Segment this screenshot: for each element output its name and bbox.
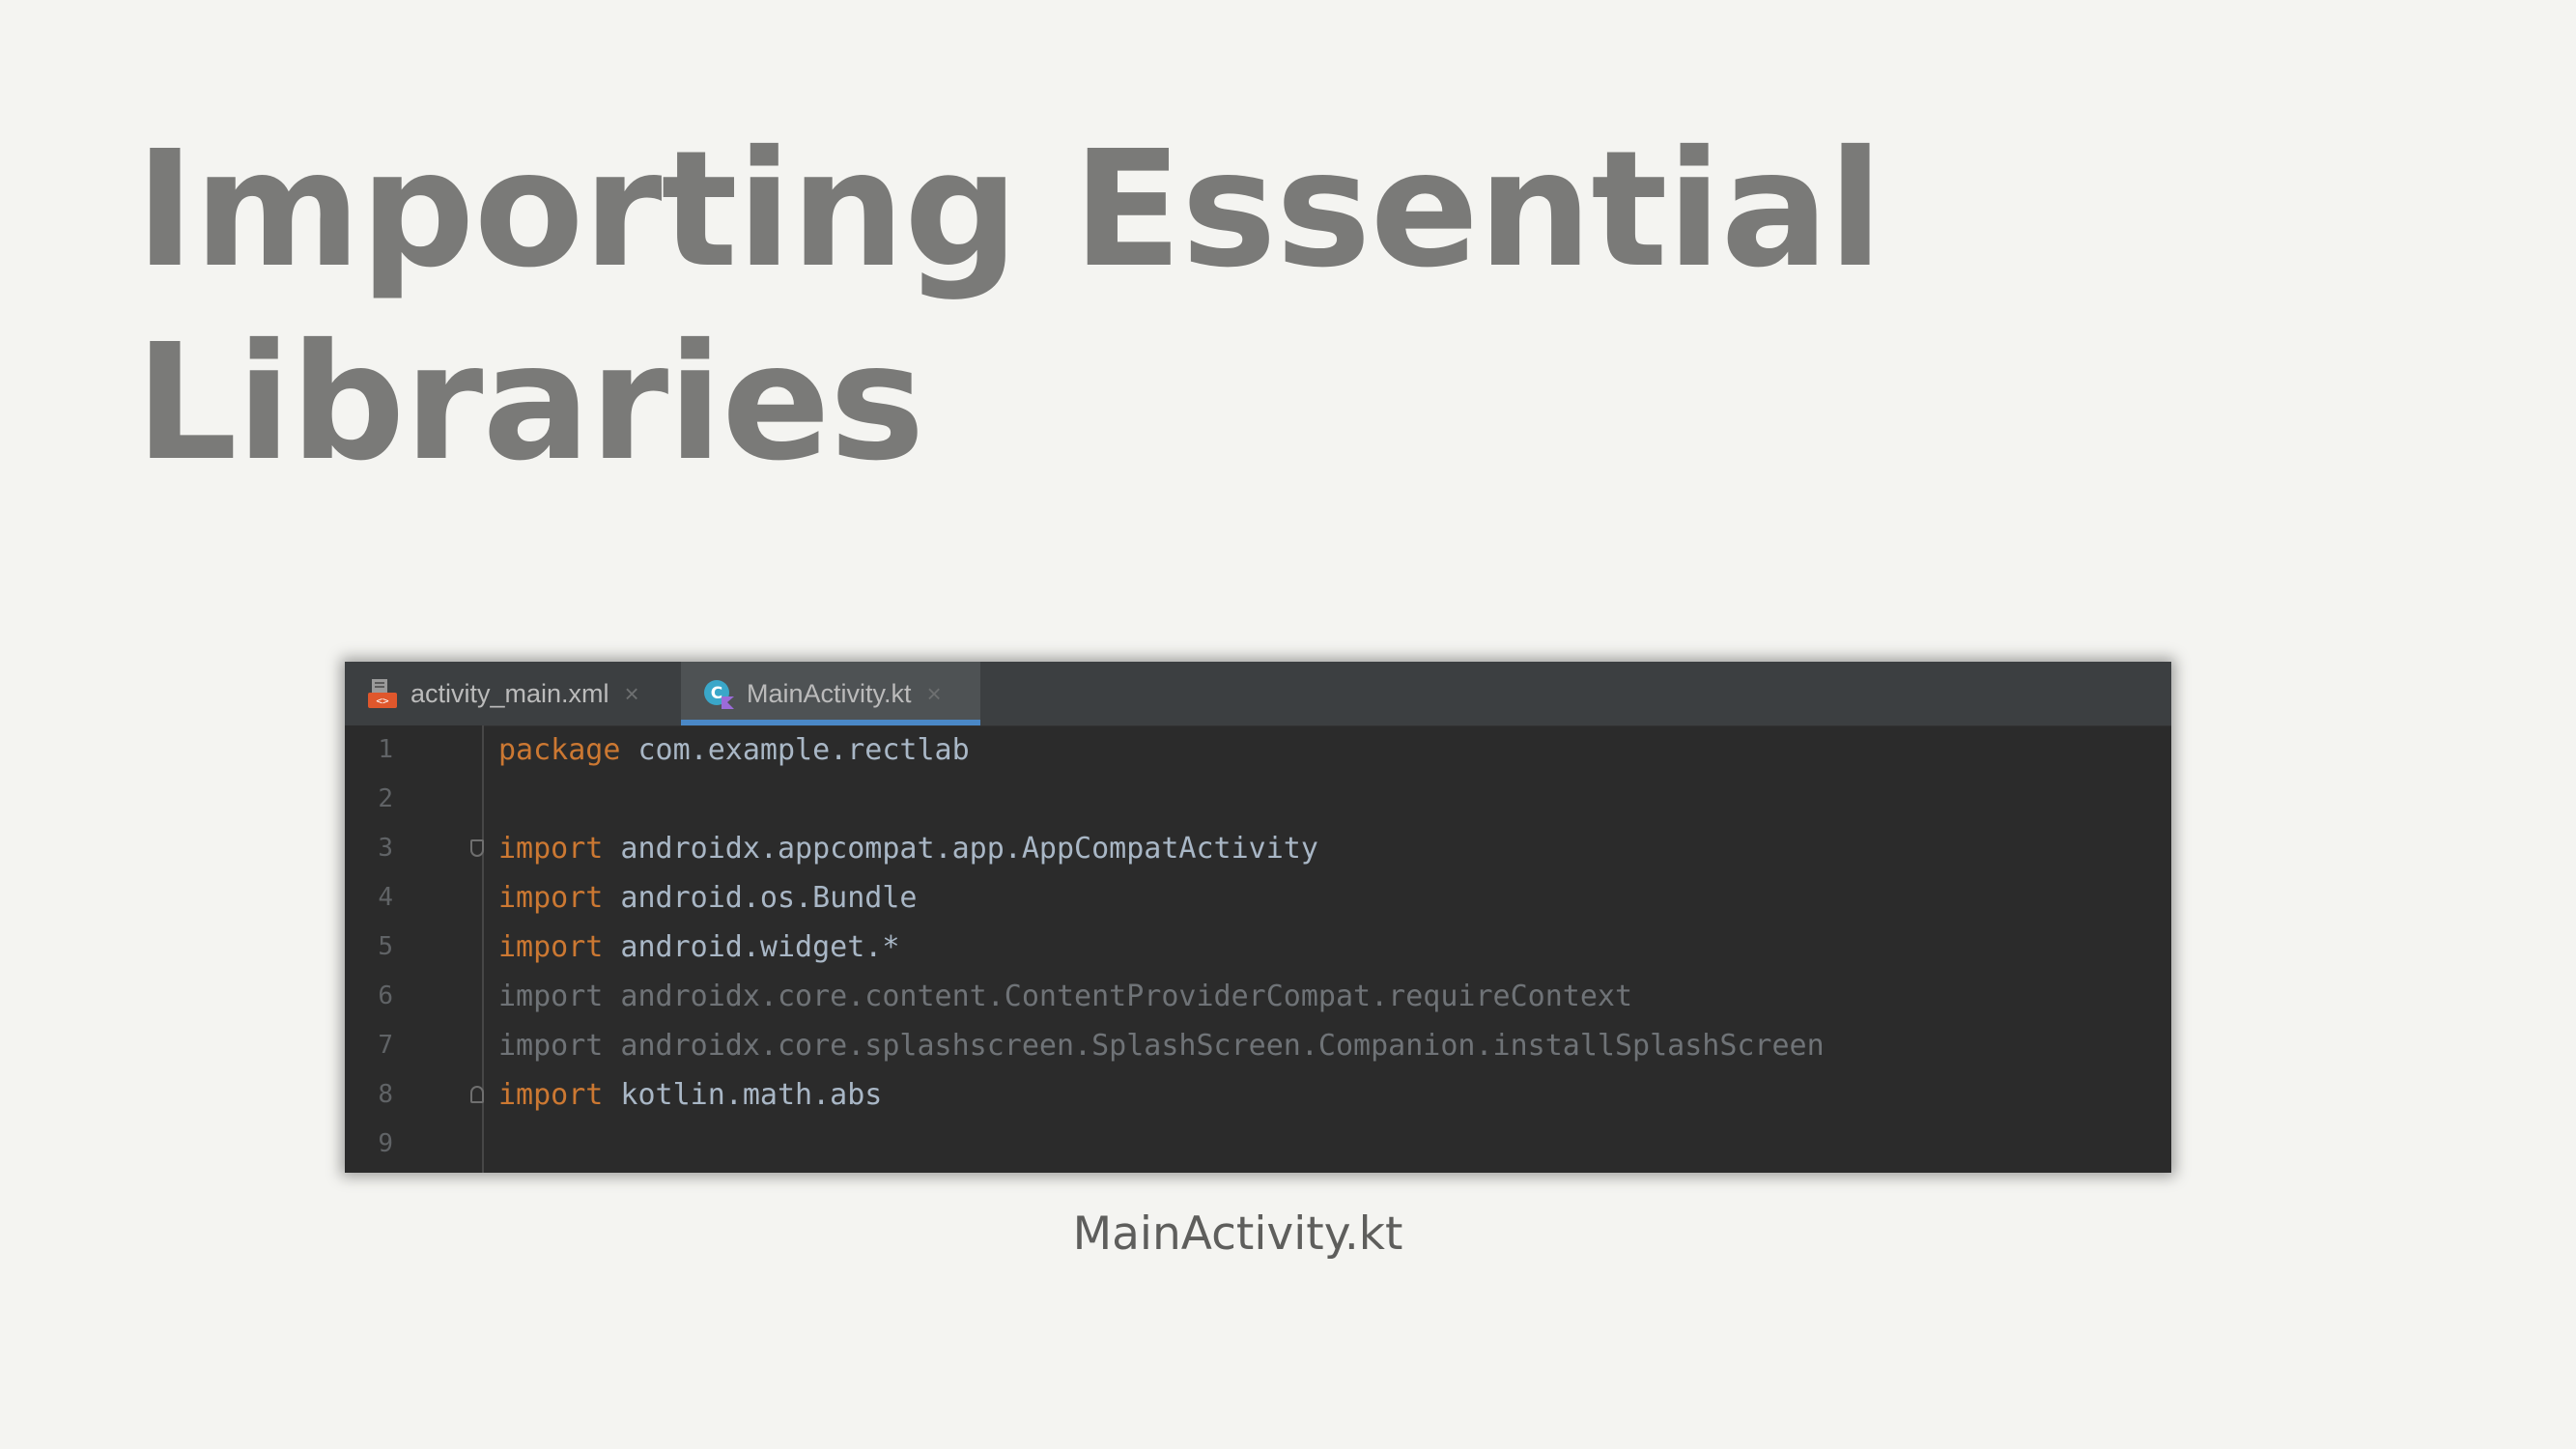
- code-keyword: import: [498, 1078, 604, 1112]
- code-text: androidx.appcompat.app.AppCompatActivity: [603, 832, 1318, 866]
- image-caption: MainActivity.kt: [1072, 1208, 1403, 1261]
- code-line-4: import android.os.Bundle: [498, 873, 917, 923]
- slide-title: Importing Essential Libraries: [135, 114, 1970, 500]
- svg-text:<>: <>: [376, 695, 389, 707]
- code-line-8: import kotlin.math.abs: [498, 1070, 882, 1120]
- close-icon[interactable]: ×: [625, 679, 639, 709]
- code-line-5: import android.widget.*: [498, 923, 899, 972]
- code-line-7: import androidx.core.splashscreen.Splash…: [498, 1021, 1825, 1070]
- line-number: 4: [378, 883, 393, 912]
- xml-file-icon: <>: [368, 679, 397, 708]
- line-number: 9: [378, 1129, 393, 1158]
- fold-start-icon[interactable]: [470, 839, 484, 857]
- tab-label: MainActivity.kt: [747, 678, 912, 708]
- code-keyword: import: [498, 980, 604, 1013]
- code-keyword: import: [498, 832, 604, 866]
- code-editor-screenshot: <> activity_main.xml × C MainActivity.kt…: [345, 662, 2171, 1173]
- line-number: 6: [378, 981, 393, 1010]
- code-text: com.example.rectlab: [620, 733, 970, 767]
- code-keyword: import: [498, 881, 604, 915]
- code-keyword: import: [498, 1029, 604, 1063]
- code-text: kotlin.math.abs: [603, 1078, 883, 1112]
- code-text: androidx.core.splashscreen.SplashScreen.…: [603, 1029, 1825, 1063]
- kotlin-file-icon: C: [704, 680, 734, 709]
- fold-end-icon[interactable]: [470, 1086, 484, 1103]
- line-number: 3: [378, 834, 393, 863]
- close-icon[interactable]: ×: [927, 679, 942, 709]
- line-number: 7: [378, 1031, 393, 1060]
- tab-main-activity-kt[interactable]: C MainActivity.kt ×: [681, 662, 980, 725]
- code-line-6: import androidx.core.content.ContentProv…: [498, 972, 1632, 1021]
- slide-title-line-1: Importing Essential: [135, 117, 1882, 303]
- line-number-gutter: 1 2 3 4 5 6 7 8 9: [345, 725, 484, 1173]
- tab-label: activity_main.xml: [410, 678, 609, 708]
- line-number: 2: [378, 784, 393, 813]
- line-number: 8: [378, 1080, 393, 1109]
- code-keyword: import: [498, 930, 604, 964]
- svg-text:C: C: [711, 684, 722, 703]
- slide-title-line-2: Libraries: [135, 310, 925, 497]
- line-number: 1: [378, 735, 393, 764]
- code-keyword: package: [498, 733, 621, 767]
- code-line-1: package com.example.rectlab: [498, 725, 970, 775]
- code-line-3: import androidx.appcompat.app.AppCompatA…: [498, 824, 1318, 873]
- line-number: 5: [378, 932, 393, 961]
- code-text: android.os.Bundle: [603, 881, 918, 915]
- code-text: androidx.core.content.ContentProviderCom…: [603, 980, 1633, 1013]
- tab-activity-main-xml[interactable]: <> activity_main.xml ×: [345, 662, 673, 725]
- code-text: android.widget.*: [603, 930, 900, 964]
- editor-tab-bar: <> activity_main.xml × C MainActivity.kt…: [345, 662, 2171, 726]
